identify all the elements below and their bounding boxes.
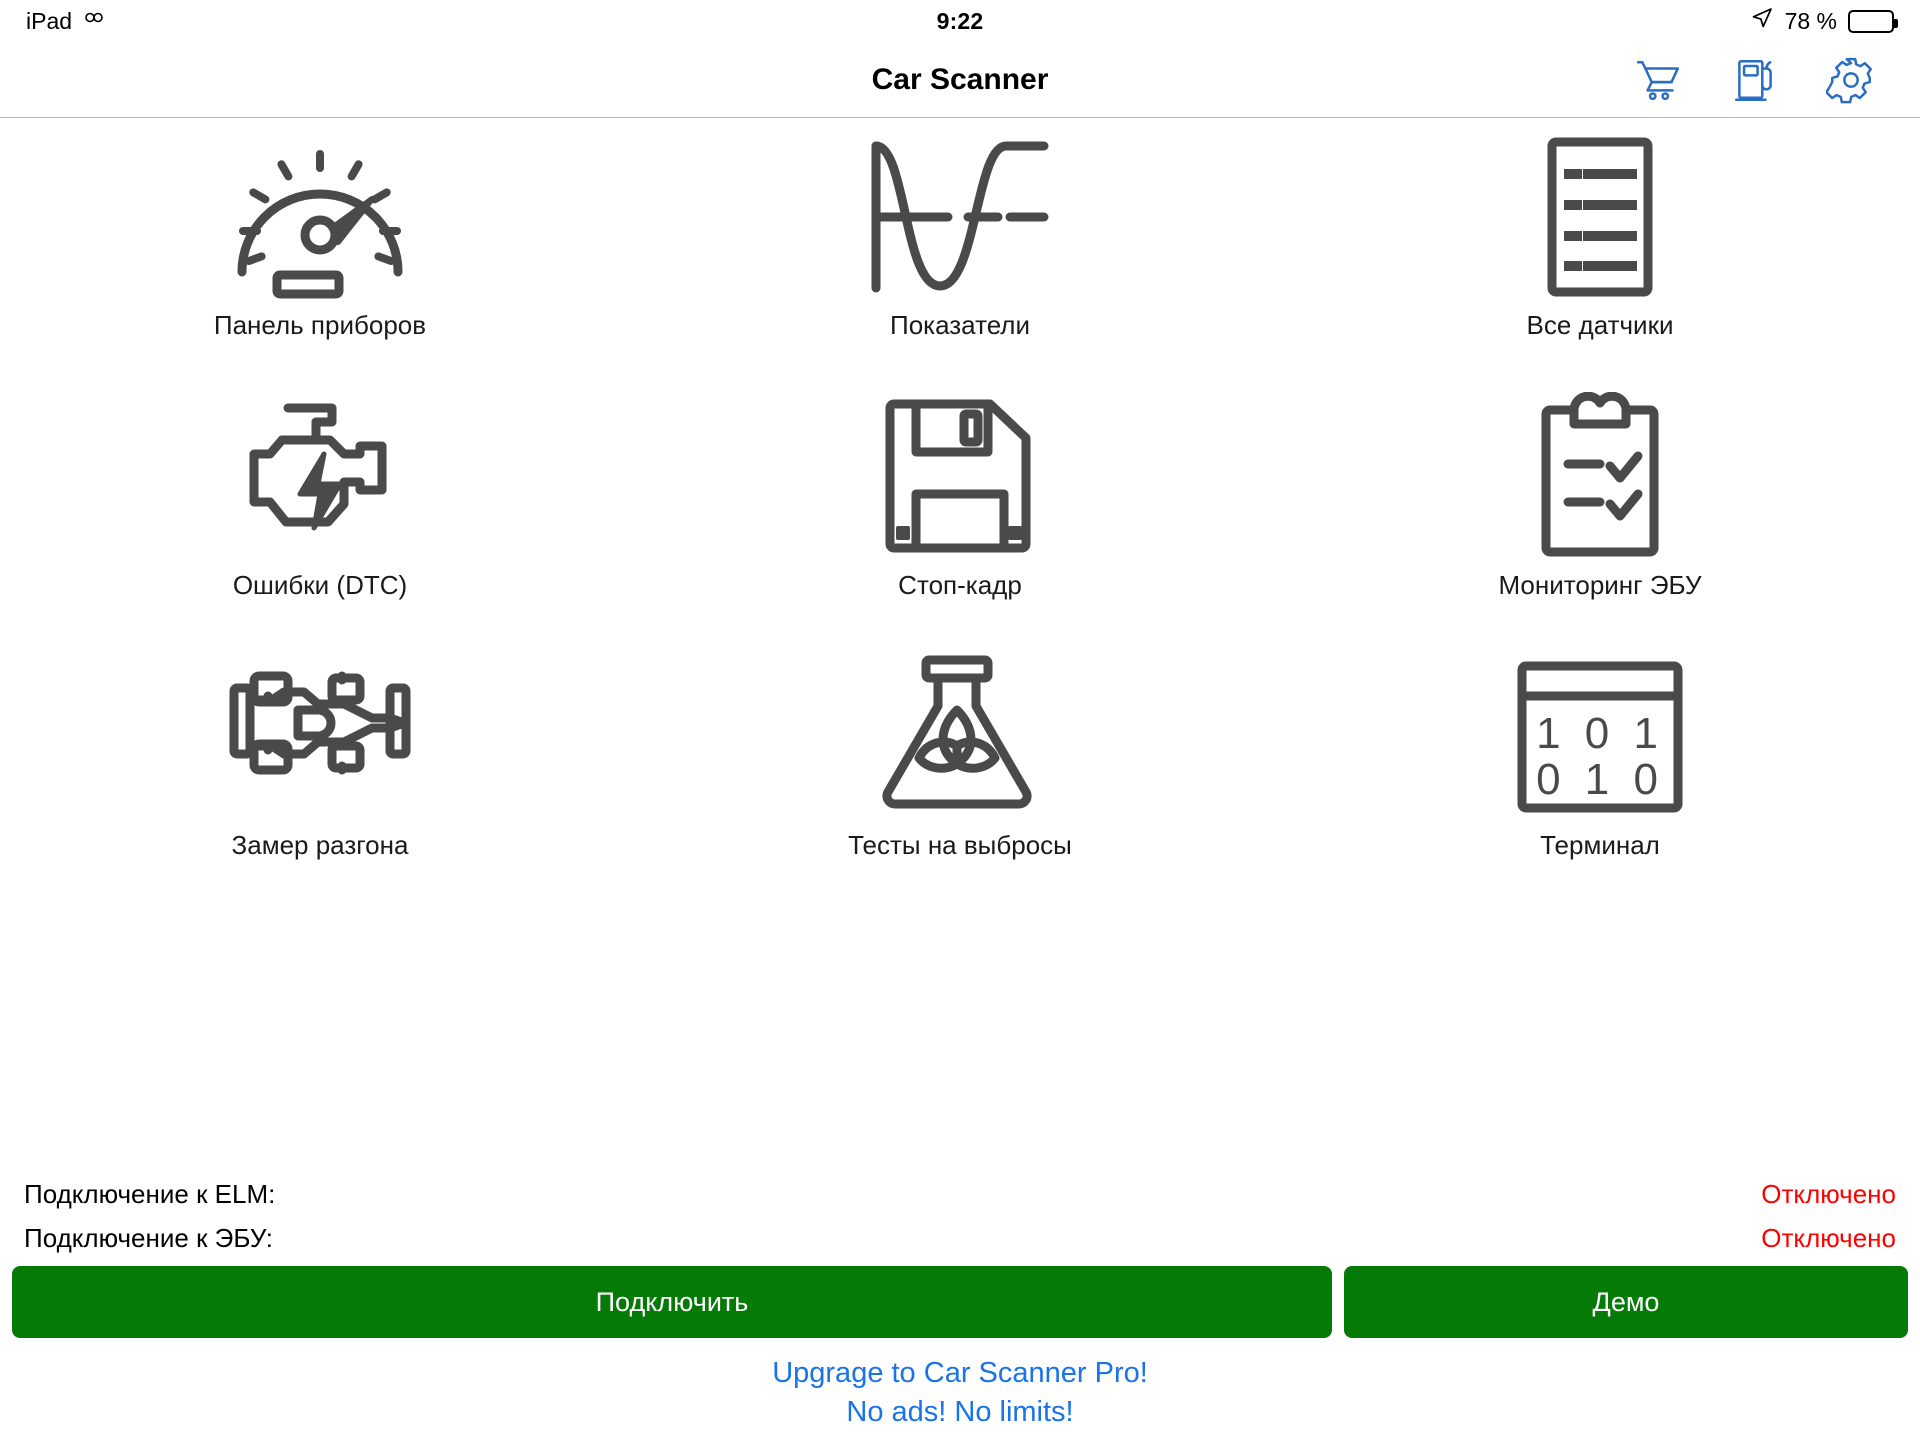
status-badge: Отключено (1761, 1222, 1896, 1253)
status-label: Подключение к ЭБУ: (24, 1222, 274, 1253)
gauge-icon (0, 132, 640, 302)
status-bar-time: 9:22 (936, 7, 984, 34)
check-engine-icon (0, 392, 640, 562)
svg-text:0 1 0: 0 1 0 (1536, 755, 1664, 804)
gear-icon[interactable] (1825, 55, 1876, 105)
nav-bar-actions (1634, 55, 1920, 105)
tile-gauges[interactable]: Показатели (640, 132, 1280, 392)
clipboard-check-icon (1280, 392, 1920, 562)
tile-label: Стоп-кадр (898, 570, 1022, 600)
tile-label: Все датчики (1526, 310, 1674, 340)
flask-leaf-icon (640, 652, 1280, 822)
tile-label: Тесты на выбросы (848, 830, 1072, 860)
status-row-ecu: Подключение к ЭБУ: Отключено (0, 1216, 1920, 1260)
tile-dashboard[interactable]: Панель приборов (0, 132, 640, 392)
tile-label: Терминал (1540, 830, 1660, 860)
tile-freeze-frame[interactable]: Стоп-кадр (640, 392, 1280, 652)
status-row-elm: Подключение к ELM: Отключено (0, 1172, 1920, 1216)
page-title: Car Scanner (871, 62, 1049, 96)
tile-ecu-monitoring[interactable]: Мониторинг ЭБУ (1280, 392, 1920, 652)
nav-bar: Car Scanner (0, 42, 1920, 118)
svg-text:1 0 1: 1 0 1 (1536, 709, 1664, 758)
tile-label: Мониторинг ЭБУ (1498, 570, 1702, 600)
upgrade-link[interactable]: Upgrage to Car Scanner Pro! No ads! No l… (0, 1338, 1920, 1440)
waveform-icon (640, 132, 1280, 302)
tile-label: Показатели (890, 310, 1030, 340)
tile-label: Панель приборов (213, 310, 427, 340)
list-document-icon (1280, 132, 1920, 302)
upgrade-line-1: Upgrage to Car Scanner Pro! (772, 1357, 1148, 1390)
race-car-icon (0, 652, 640, 822)
tile-dtc-errors[interactable]: Ошибки (DTC) (0, 392, 640, 652)
tile-acceleration-test[interactable]: Замер разгона (0, 652, 640, 912)
tile-emission-tests[interactable]: Тесты на выбросы (640, 652, 1280, 912)
tile-label: Замер разгона (231, 830, 409, 860)
tile-terminal[interactable]: 1 0 1 0 1 0 Терминал (1280, 652, 1920, 912)
battery-percent-label: 78 % (1784, 7, 1837, 34)
floppy-disk-icon (640, 392, 1280, 562)
upgrade-line-2: No ads! No limits! (846, 1396, 1074, 1429)
terminal-binary-icon: 1 0 1 0 1 0 (1280, 652, 1920, 822)
connect-button[interactable]: Подключить (12, 1266, 1332, 1339)
footer: Подключение к ELM: Отключено Подключение… (0, 1172, 1920, 1440)
tile-all-sensors[interactable]: Все датчики (1280, 132, 1920, 392)
status-bar: iPad 9:22 78 % (0, 0, 1920, 42)
tile-label: Ошибки (DTC) (232, 570, 408, 600)
demo-button[interactable]: Демо (1344, 1266, 1908, 1339)
fuel-pump-icon[interactable] (1730, 55, 1780, 105)
location-arrow-icon (1750, 6, 1774, 36)
status-badge: Отключено (1761, 1178, 1896, 1209)
status-label: Подключение к ELM: (24, 1178, 276, 1209)
status-bar-right: 78 % (1750, 6, 1898, 36)
battery-icon (1848, 9, 1898, 33)
feature-grid: Панель приборов Показатели Все датчики О… (0, 118, 1920, 912)
cart-icon[interactable] (1634, 55, 1684, 105)
action-button-row: Подключить Демо (0, 1266, 1920, 1339)
